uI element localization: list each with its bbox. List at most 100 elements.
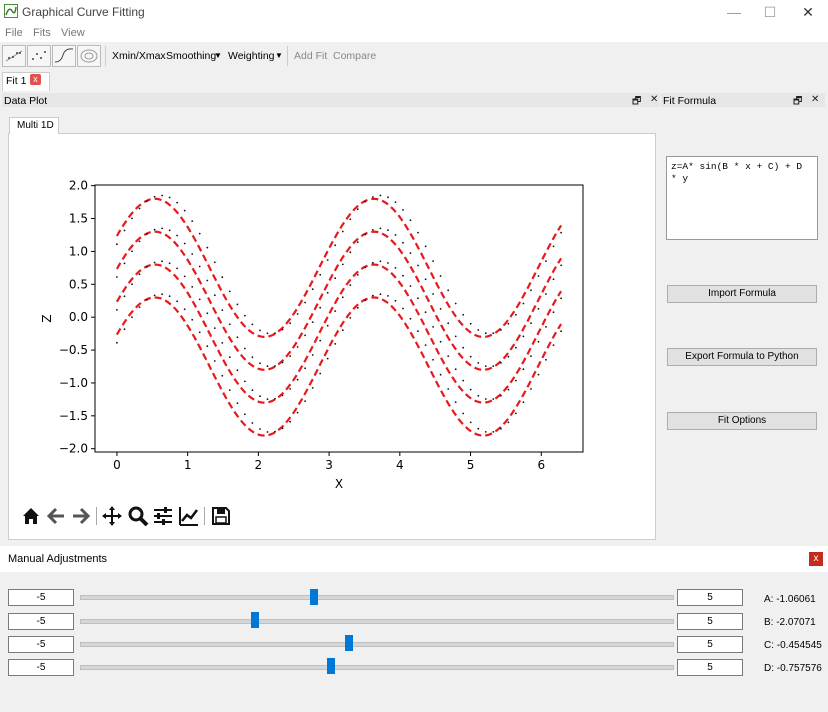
data-point [236, 336, 239, 339]
data-point [153, 195, 156, 198]
data-point [311, 321, 314, 323]
xminmax-button[interactable]: Xmin/Xmax [112, 50, 166, 62]
data-point [168, 262, 171, 265]
weighting-dropdown-icon[interactable]: ▼ [275, 51, 283, 60]
data-point [469, 388, 472, 391]
data-point [439, 340, 442, 343]
zoom-icon[interactable] [127, 505, 149, 527]
data-point [462, 313, 465, 316]
configure-icon[interactable] [152, 505, 174, 527]
data-point [116, 243, 118, 246]
chart[interactable]: 0 1 2 3 4 5 6 2.0 1.5 1.0 0.5 0.0 −0.5 −1.0 −1.5 −2.0 X Z [8, 133, 654, 538]
data-point [213, 327, 216, 329]
forward-icon[interactable] [70, 505, 92, 527]
import-formula-button[interactable]: Import Formula [667, 285, 817, 303]
menu-view[interactable]: View [61, 27, 85, 39]
menu-bar [0, 24, 828, 42]
manual-adjustments-title: Manual Adjustments [8, 553, 108, 565]
param-c-slider-track[interactable] [80, 642, 674, 647]
data-point [424, 245, 427, 248]
menu-fits[interactable]: Fits [33, 27, 51, 39]
data-point [372, 261, 374, 264]
add-fit-button[interactable]: Add Fit [294, 50, 327, 62]
data-point [409, 252, 412, 254]
param-c-slider-handle[interactable] [345, 635, 354, 651]
tab-close-icon[interactable]: x [30, 74, 41, 85]
data-point [259, 428, 261, 430]
x-tick-label: 3 [325, 458, 333, 472]
param-b-slider-track[interactable] [80, 619, 674, 624]
data-point [244, 314, 246, 317]
data-point [477, 427, 480, 430]
smoothing-dropdown-icon[interactable]: ▼ [214, 51, 222, 60]
compare-button[interactable]: Compare [333, 50, 376, 62]
y-tick-label: −1.5 [59, 409, 88, 423]
param-b-min-input[interactable]: -5 [8, 613, 74, 630]
data-point [311, 288, 314, 291]
data-point [417, 231, 419, 234]
data-point [500, 362, 502, 364]
data-point [198, 298, 201, 301]
home-icon[interactable] [20, 505, 42, 527]
param-a-slider-track[interactable] [80, 595, 674, 600]
curve-icon[interactable] [52, 45, 76, 67]
manual-close-icon[interactable]: x [809, 552, 823, 566]
menu-file[interactable]: File [5, 27, 23, 39]
data-point [545, 358, 547, 361]
data-point [274, 332, 276, 334]
data-point [319, 273, 322, 276]
param-b-slider-handle[interactable] [251, 612, 260, 628]
x-axis-label: X [335, 477, 343, 491]
data-point [176, 201, 179, 204]
data-point [402, 241, 404, 244]
data-point [341, 263, 344, 266]
data-point [447, 355, 450, 357]
param-a-max-input[interactable]: 5 [677, 589, 743, 606]
param-d-max-input[interactable]: 5 [677, 659, 743, 676]
data-point [123, 262, 126, 265]
data-point [153, 228, 156, 231]
data-point [161, 293, 164, 296]
data-point [545, 293, 547, 295]
back-icon[interactable] [45, 505, 67, 527]
data-point [484, 332, 487, 335]
scatter-icon[interactable] [27, 45, 51, 67]
data-point [447, 289, 450, 292]
param-d-slider-track[interactable] [80, 665, 674, 670]
pan-icon[interactable] [101, 505, 123, 527]
param-c-max-input[interactable]: 5 [677, 636, 743, 653]
maximize-button[interactable]: ☐ [750, 0, 790, 24]
export-formula-button[interactable]: Export Formula to Python [667, 348, 817, 366]
edit-axis-icon[interactable] [178, 505, 200, 527]
param-b-max-input[interactable]: 5 [677, 613, 743, 630]
save-icon[interactable] [210, 505, 232, 527]
data-point [522, 335, 525, 338]
param-c-min-input[interactable]: -5 [8, 636, 74, 653]
weighting-button[interactable]: Weighting [228, 50, 275, 62]
param-a-min-input[interactable]: -5 [8, 589, 74, 606]
data-point [507, 421, 510, 424]
data-point [500, 394, 502, 397]
param-d-slider-handle[interactable] [327, 658, 335, 674]
data-point [221, 276, 224, 279]
data-point [560, 231, 562, 234]
fit-formula-close-icon[interactable]: ✕ [811, 94, 819, 105]
data-point [447, 322, 450, 325]
param-a-slider-handle[interactable] [310, 589, 319, 605]
contour-icon[interactable] [77, 45, 101, 67]
fit-formula-float-icon[interactable]: 🗗 [793, 94, 802, 111]
data-point [402, 209, 404, 211]
minimize-button[interactable]: — [714, 0, 754, 24]
data-plot-close-icon[interactable]: ✕ [650, 94, 658, 105]
scatter-line-icon[interactable] [2, 45, 26, 67]
fit-options-button[interactable]: Fit Options [667, 412, 817, 430]
data-point [356, 274, 359, 276]
data-point [462, 379, 465, 382]
data-point [432, 358, 434, 361]
data-plot-float-icon[interactable]: 🗗 [632, 94, 641, 111]
y-tick-label: 2.0 [69, 179, 88, 193]
data-point [560, 330, 562, 333]
close-button[interactable]: ✕ [788, 0, 828, 24]
smoothing-button[interactable]: Smoothing [166, 50, 216, 62]
param-d-min-input[interactable]: -5 [8, 659, 74, 676]
